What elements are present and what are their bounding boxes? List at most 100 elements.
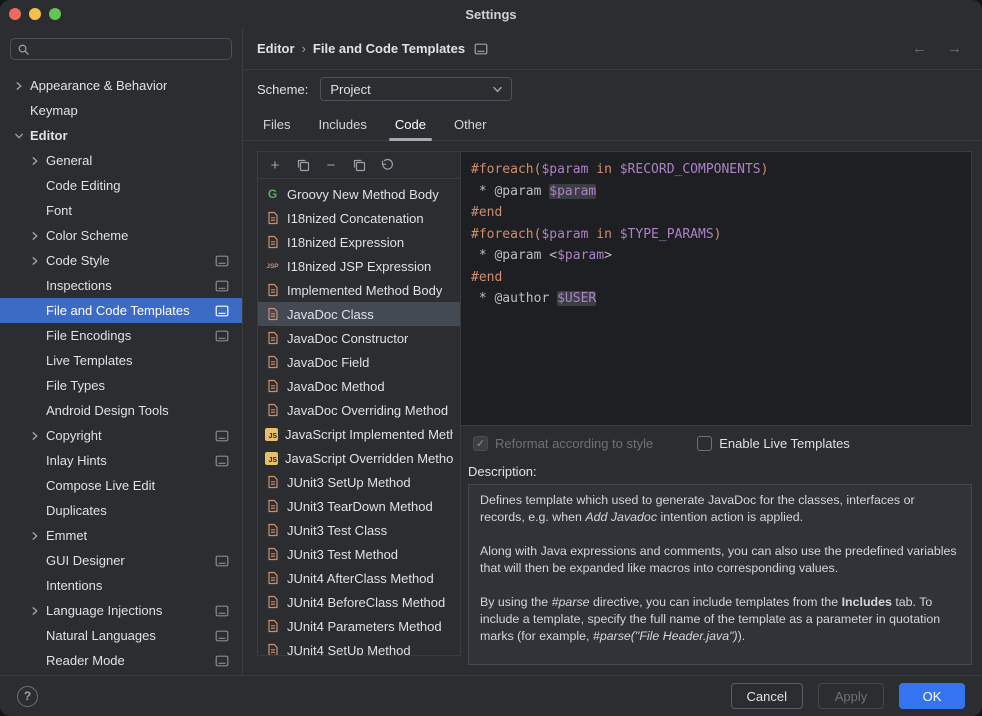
sidebar-item-general[interactable]: General: [0, 148, 242, 173]
template-item-label: JUnit3 Test Class: [287, 523, 387, 538]
template-item-junit4-setup-method[interactable]: JUnit4 SetUp Method: [258, 638, 460, 655]
copy-template-button[interactable]: [351, 157, 367, 173]
tab-code[interactable]: Code: [381, 108, 440, 140]
ok-button[interactable]: OK: [899, 683, 965, 709]
groovy-file-icon: G: [265, 187, 280, 202]
reformat-checkbox: ✓ Reformat according to style: [473, 436, 653, 451]
sidebar-item-gui-designer[interactable]: GUI Designer: [0, 548, 242, 573]
sidebar-item-file-types[interactable]: File Types: [0, 373, 242, 398]
template-item-i18nized-expression[interactable]: I18nized Expression: [258, 230, 460, 254]
sidebar-item-editor[interactable]: Editor: [0, 123, 242, 148]
breadcrumb-editor[interactable]: Editor: [257, 41, 295, 56]
template-item-junit3-setup-method[interactable]: JUnit3 SetUp Method: [258, 470, 460, 494]
help-button[interactable]: ?: [17, 686, 38, 707]
template-item-junit3-test-method[interactable]: JUnit3 Test Method: [258, 542, 460, 566]
minimize-window-button[interactable]: [29, 8, 41, 20]
scheme-select[interactable]: Project: [320, 77, 512, 101]
sidebar-item-color-scheme[interactable]: Color Scheme: [0, 223, 242, 248]
sidebar-item-font[interactable]: Font: [0, 198, 242, 223]
template-item-javascript-overridden-method[interactable]: JSJavaScript Overridden Method: [258, 446, 460, 470]
reset-to-default-button[interactable]: [379, 157, 395, 173]
file-template-icon: [265, 379, 280, 394]
apply-button[interactable]: Apply: [818, 683, 884, 709]
app-body: Appearance & BehaviorKeymapEditorGeneral…: [0, 28, 982, 675]
sidebar-item-code-style[interactable]: Code Style: [0, 248, 242, 273]
template-item-javadoc-field[interactable]: JavaDoc Field: [258, 350, 460, 374]
sidebar-item-reader-mode[interactable]: Reader Mode: [0, 648, 242, 673]
javascript-file-icon: JS: [265, 428, 278, 441]
sidebar-item-label: Keymap: [30, 103, 78, 118]
sidebar-item-language-injections[interactable]: Language Injections: [0, 598, 242, 623]
zoom-window-button[interactable]: [49, 8, 61, 20]
sidebar-item-inspections[interactable]: Inspections: [0, 273, 242, 298]
template-item-junit4-afterclass-method[interactable]: JUnit4 AfterClass Method: [258, 566, 460, 590]
forward-icon[interactable]: →: [947, 40, 962, 57]
template-item-label: JUnit4 Parameters Method: [287, 619, 442, 634]
sidebar-item-label: GUI Designer: [46, 553, 125, 568]
template-item-javadoc-method[interactable]: JavaDoc Method: [258, 374, 460, 398]
checkbox-checked-icon: ✓: [473, 436, 488, 451]
template-item-junit3-test-class[interactable]: JUnit3 Test Class: [258, 518, 460, 542]
template-item-i18nized-concatenation[interactable]: I18nized Concatenation: [258, 206, 460, 230]
sidebar-item-file-and-code-templates[interactable]: File and Code Templates: [0, 298, 242, 323]
template-toolbar: +−: [258, 152, 460, 179]
sidebar-item-appearance-behavior[interactable]: Appearance & Behavior: [0, 73, 242, 98]
template-item-i18nized-jsp-expression[interactable]: JSPI18nized JSP Expression: [258, 254, 460, 278]
file-template-icon: [265, 523, 280, 538]
template-item-label: JavaDoc Overriding Method: [287, 403, 448, 418]
sidebar-item-live-templates[interactable]: Live Templates: [0, 348, 242, 373]
page-title: File and Code Templates: [313, 41, 465, 56]
sidebar-item-duplicates[interactable]: Duplicates: [0, 498, 242, 523]
template-item-label: Groovy New Method Body: [287, 187, 439, 202]
tab-other[interactable]: Other: [440, 108, 501, 140]
create-child-template-button[interactable]: [295, 157, 311, 173]
sidebar-item-intentions[interactable]: Intentions: [0, 573, 242, 598]
template-item-groovy-new-method-body[interactable]: G Groovy New Method Body: [258, 182, 460, 206]
sidebar-item-label: Appearance & Behavior: [30, 78, 167, 93]
sidebar-item-label: File Types: [46, 378, 105, 393]
template-item-label: JavaDoc Method: [287, 379, 385, 394]
sidebar-item-compose-live-edit[interactable]: Compose Live Edit: [0, 473, 242, 498]
tab-files[interactable]: Files: [249, 108, 304, 140]
external-config-icon: [215, 605, 229, 617]
sidebar-item-keymap[interactable]: Keymap: [0, 98, 242, 123]
template-item-javadoc-constructor[interactable]: JavaDoc Constructor: [258, 326, 460, 350]
remove-template-button[interactable]: −: [323, 157, 339, 173]
template-item-junit4-parameters-method[interactable]: JUnit4 Parameters Method: [258, 614, 460, 638]
main-panel: Editor › File and Code Templates ← → Sch…: [243, 28, 982, 675]
sidebar-item-label: Reader Mode: [46, 653, 125, 668]
sidebar-item-code-editing[interactable]: Code Editing: [0, 173, 242, 198]
back-icon[interactable]: ←: [912, 40, 927, 57]
sidebar-item-file-encodings[interactable]: File Encodings: [0, 323, 242, 348]
sidebar-item-label: Intentions: [46, 578, 102, 593]
window-title: Settings: [465, 7, 516, 22]
template-item-label: JUnit4 AfterClass Method: [287, 571, 434, 586]
sidebar-item-inlay-hints[interactable]: Inlay Hints: [0, 448, 242, 473]
create-template-button[interactable]: +: [267, 157, 283, 173]
template-item-javascript-implemented-method[interactable]: JSJavaScript Implemented Method: [258, 422, 460, 446]
template-code-editor[interactable]: #foreach($param in $RECORD_COMPONENTS) *…: [461, 151, 972, 426]
template-item-javadoc-class[interactable]: JavaDoc Class: [258, 302, 460, 326]
template-item-junit4-beforeclass-method[interactable]: JUnit4 BeforeClass Method: [258, 590, 460, 614]
enable-live-templates-checkbox[interactable]: Enable Live Templates: [697, 436, 850, 451]
scheme-label: Scheme:: [257, 82, 308, 97]
options-row: ✓ Reformat according to style Enable Liv…: [461, 428, 972, 458]
sidebar-item-label: Copyright: [46, 428, 102, 443]
external-config-icon: [215, 555, 229, 567]
template-item-implemented-method-body[interactable]: Implemented Method Body: [258, 278, 460, 302]
cancel-button[interactable]: Cancel: [731, 683, 803, 709]
settings-search-box[interactable]: [10, 38, 232, 60]
sidebar-item-copyright[interactable]: Copyright: [0, 423, 242, 448]
template-item-label: Implemented Method Body: [287, 283, 442, 298]
description-panel[interactable]: Defines template which used to generate …: [468, 484, 972, 665]
description-paragraph: Defines template which used to generate …: [480, 492, 960, 526]
template-item-javadoc-overriding-method[interactable]: JavaDoc Overriding Method: [258, 398, 460, 422]
close-window-button[interactable]: [9, 8, 21, 20]
template-item-junit3-teardown-method[interactable]: JUnit3 TearDown Method: [258, 494, 460, 518]
sidebar-item-emmet[interactable]: Emmet: [0, 523, 242, 548]
scheme-value: Project: [330, 82, 492, 97]
sidebar-item-natural-languages[interactable]: Natural Languages: [0, 623, 242, 648]
sidebar-item-android-design-tools[interactable]: Android Design Tools: [0, 398, 242, 423]
tab-includes[interactable]: Includes: [304, 108, 380, 140]
search-input[interactable]: [35, 42, 225, 57]
